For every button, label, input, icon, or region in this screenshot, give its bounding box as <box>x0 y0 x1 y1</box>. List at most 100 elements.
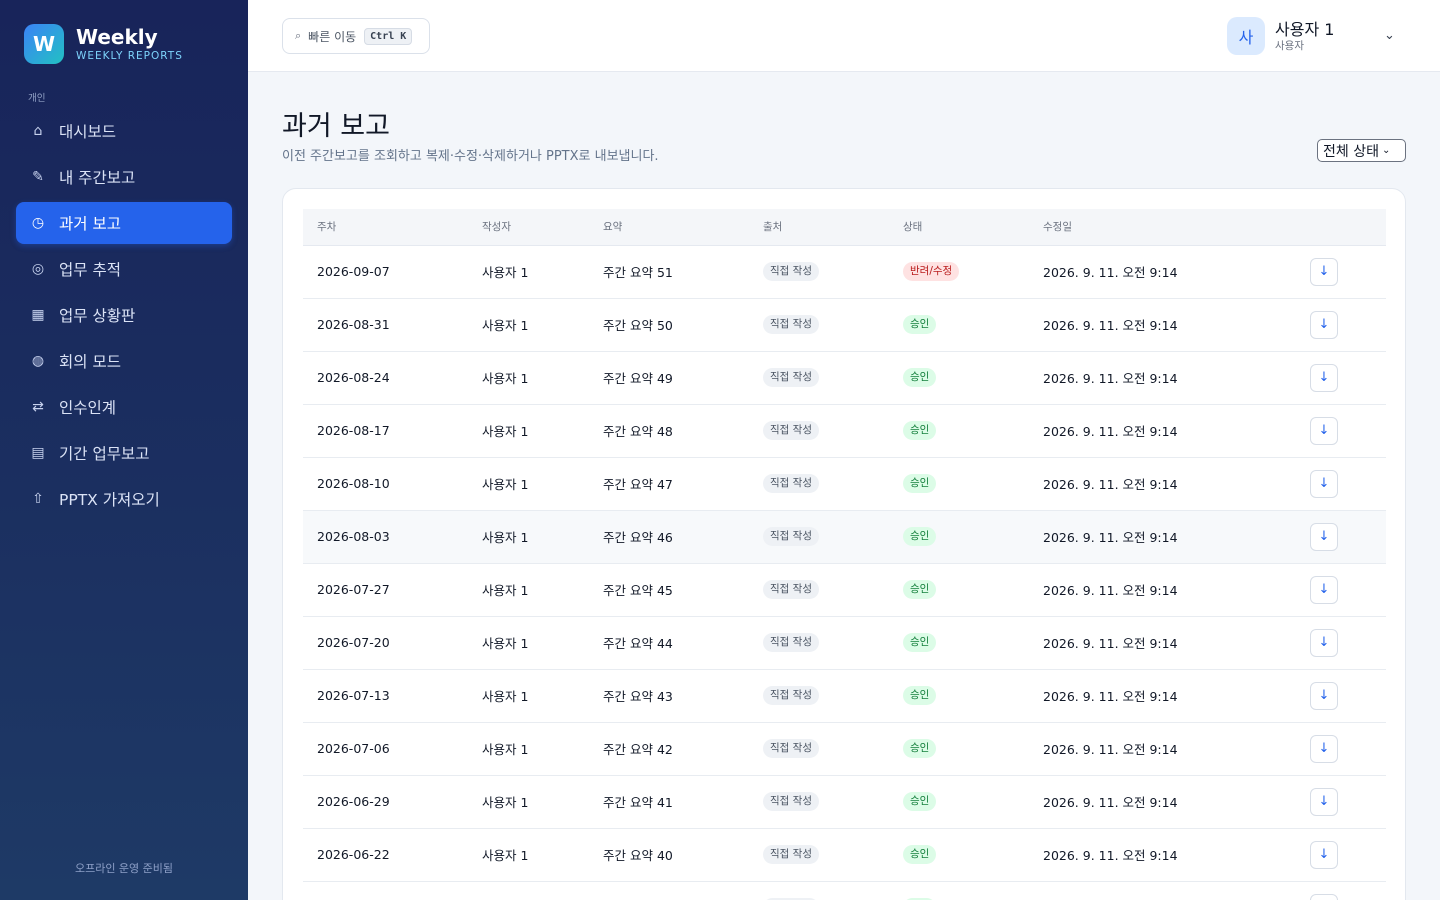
status-badge: 승인 <box>903 580 937 599</box>
page-title: 과거 보고 <box>282 111 390 142</box>
chevron-down-icon: ⌄ <box>1381 145 1391 156</box>
download-button[interactable]: ↓ <box>1310 575 1338 604</box>
grid-icon: ▦ <box>31 307 45 323</box>
status-badge: 승인 <box>903 474 937 493</box>
chevron-down-icon[interactable]: ⌄ <box>1384 28 1395 43</box>
quick-jump-button[interactable]: ⌕ 빠른 이동 Ctrl K <box>282 18 430 54</box>
column-header-summary[interactable]: 요약 <box>589 209 749 246</box>
sidebar-item-1[interactable]: ✎ 내 주간보고 <box>16 156 232 198</box>
table-row[interactable]: 2026-07-20 사용자 1 주간 요약 44 직접 작성 승인 2026. 9. 1… <box>303 616 1386 669</box>
cell-author: 사용자 1 <box>482 530 529 545</box>
status-badge: 승인 <box>903 421 937 440</box>
download-button[interactable]: ↓ <box>1310 416 1338 445</box>
download-button[interactable]: ↓ <box>1310 893 1338 900</box>
sidebar-item-label: 기간 업무보고 <box>59 445 150 463</box>
download-button[interactable]: ↓ <box>1310 257 1338 286</box>
sidebar-item-3[interactable]: ◎ 업무 추적 <box>16 248 232 290</box>
table-row[interactable]: 2026-06-29 사용자 1 주간 요약 41 직접 작성 승인 2026. 9. 1… <box>303 775 1386 828</box>
source-badge: 직접 작성 <box>763 686 819 705</box>
shortcut-badge: Ctrl K <box>364 27 413 45</box>
clock-icon: ◷ <box>31 215 45 231</box>
cell-summary: 주간 요약 49 <box>603 371 673 386</box>
cell-modified: 2026. 9. 11. 오전 9:14 <box>1043 318 1178 333</box>
status-filter-select[interactable]: 전체 상태 ⌄ <box>1317 139 1406 162</box>
cell-summary: 주간 요약 48 <box>603 424 673 439</box>
user-role: 사용자 <box>1275 40 1304 52</box>
cell-modified: 2026. 9. 11. 오전 9:14 <box>1043 583 1178 598</box>
download-button[interactable]: ↓ <box>1310 628 1338 657</box>
brand-title: Weekly <box>76 25 158 49</box>
table-row[interactable]: 2026-08-17 사용자 1 주간 요약 48 직접 작성 승인 2026. 9. 1… <box>303 404 1386 457</box>
cell-week: 2026-09-07 <box>317 264 390 279</box>
column-header-source[interactable]: 출처 <box>749 209 889 246</box>
download-button[interactable]: ↓ <box>1310 363 1338 392</box>
download-button[interactable]: ↓ <box>1310 469 1338 498</box>
column-header-week[interactable]: 주차 <box>303 209 468 246</box>
cell-summary: 주간 요약 44 <box>603 636 673 651</box>
column-header-modified[interactable]: 수정일 <box>1029 209 1296 246</box>
download-icon: ↓ <box>1318 635 1330 650</box>
table-row[interactable]: 2026-08-24 사용자 1 주간 요약 49 직접 작성 승인 2026. 9. 1… <box>303 351 1386 404</box>
download-button[interactable]: ↓ <box>1310 310 1338 339</box>
cell-modified: 2026. 9. 11. 오전 9:14 <box>1043 371 1178 386</box>
status-badge: 승인 <box>903 633 937 652</box>
table-row[interactable]: 2026-08-03 사용자 1 주간 요약 46 직접 작성 승인 2026. 9. 1… <box>303 510 1386 563</box>
cell-author: 사용자 1 <box>482 371 529 386</box>
sidebar-item-0[interactable]: ⌂ 대시보드 <box>16 110 232 152</box>
offline-status: 오프라인 운영 준비됨 <box>74 862 174 875</box>
brand-logo: W <box>24 24 64 64</box>
sidebar-item-label: 업무 상황판 <box>59 307 136 325</box>
upload-icon: ⇧ <box>32 491 44 507</box>
sidebar-item-5[interactable]: ◍ 회의 모드 <box>16 340 232 382</box>
cell-author: 사용자 1 <box>482 477 529 492</box>
search-icon: ⌕ <box>295 29 302 42</box>
brand[interactable]: W Weekly WEEKLY REPORTS <box>24 24 183 64</box>
status-badge: 승인 <box>903 739 937 758</box>
table-row[interactable]: 2026-07-13 사용자 1 주간 요약 43 직접 작성 승인 2026. 9. 1… <box>303 669 1386 722</box>
cell-modified: 2026. 9. 11. 오전 9:14 <box>1043 689 1178 704</box>
sidebar-item-7[interactable]: ▤ 기간 업무보고 <box>16 432 232 474</box>
download-icon: ↓ <box>1318 317 1330 332</box>
source-badge: 직접 작성 <box>763 368 819 387</box>
table-row[interactable]: 2026-06-22 사용자 1 주간 요약 40 직접 작성 승인 2026. 9. 1… <box>303 828 1386 881</box>
cell-summary: 주간 요약 50 <box>603 318 673 333</box>
sidebar-item-label: 과거 보고 <box>59 215 121 233</box>
status-badge: 승인 <box>903 315 937 334</box>
cell-week: 2026-08-31 <box>317 317 390 332</box>
cell-modified: 2026. 9. 11. 오전 9:14 <box>1043 795 1178 810</box>
download-button[interactable]: ↓ <box>1310 734 1338 763</box>
user-name: 사용자 1 <box>1275 20 1335 39</box>
home-icon: ⌂ <box>33 123 43 139</box>
table-row[interactable]: 직접 작성승인↓ <box>303 881 1386 900</box>
sidebar-item-4[interactable]: ▦ 업무 상황판 <box>16 294 232 336</box>
swap-icon: ⇄ <box>32 399 44 415</box>
cell-summary: 주간 요약 41 <box>603 795 673 810</box>
download-button[interactable]: ↓ <box>1310 787 1338 816</box>
table-row[interactable]: 2026-07-27 사용자 1 주간 요약 45 직접 작성 승인 2026. 9. 1… <box>303 563 1386 616</box>
document-icon: ▤ <box>31 445 45 461</box>
table-row[interactable]: 2026-07-06 사용자 1 주간 요약 42 직접 작성 승인 2026. 9. 1… <box>303 722 1386 775</box>
cell-week: 2026-06-29 <box>317 794 390 809</box>
download-button[interactable]: ↓ <box>1310 681 1338 710</box>
download-icon: ↓ <box>1318 529 1330 544</box>
globe-icon: ◍ <box>31 353 45 369</box>
table-row[interactable]: 2026-08-10 사용자 1 주간 요약 47 직접 작성 승인 2026. 9. 1… <box>303 457 1386 510</box>
cell-summary: 주간 요약 51 <box>603 265 673 280</box>
sidebar-item-label: 대시보드 <box>59 123 117 141</box>
sidebar-item-8[interactable]: ⇧ PPTX 가져오기 <box>16 478 232 520</box>
sidebar-item-6[interactable]: ⇄ 인수인계 <box>16 386 232 428</box>
download-button[interactable]: ↓ <box>1310 522 1338 551</box>
table-row[interactable]: 2026-08-31 사용자 1 주간 요약 50 직접 작성 승인 2026. 9. 1… <box>303 298 1386 351</box>
download-icon: ↓ <box>1318 582 1330 597</box>
reports-table: 주차 작성자 요약 출처 상태 수정일 2026-09-07 사용자 1 주간 요약… <box>303 209 1386 900</box>
table-row[interactable]: 2026-09-07 사용자 1 주간 요약 51 직접 작성 반려/수정 2026. 9… <box>303 245 1386 298</box>
column-header-status[interactable]: 상태 <box>889 209 1029 246</box>
column-header-author[interactable]: 작성자 <box>468 209 589 246</box>
cell-week: 2026-07-06 <box>317 741 390 756</box>
cell-modified: 2026. 9. 11. 오전 9:14 <box>1043 848 1178 863</box>
sidebar-item-2[interactable]: ◷ 과거 보고 <box>16 202 232 244</box>
status-badge: 승인 <box>903 686 937 705</box>
download-button[interactable]: ↓ <box>1310 840 1338 869</box>
user-menu[interactable]: 사 사용자 1 사용자 <box>1227 17 1334 55</box>
status-badge: 승인 <box>903 527 937 546</box>
